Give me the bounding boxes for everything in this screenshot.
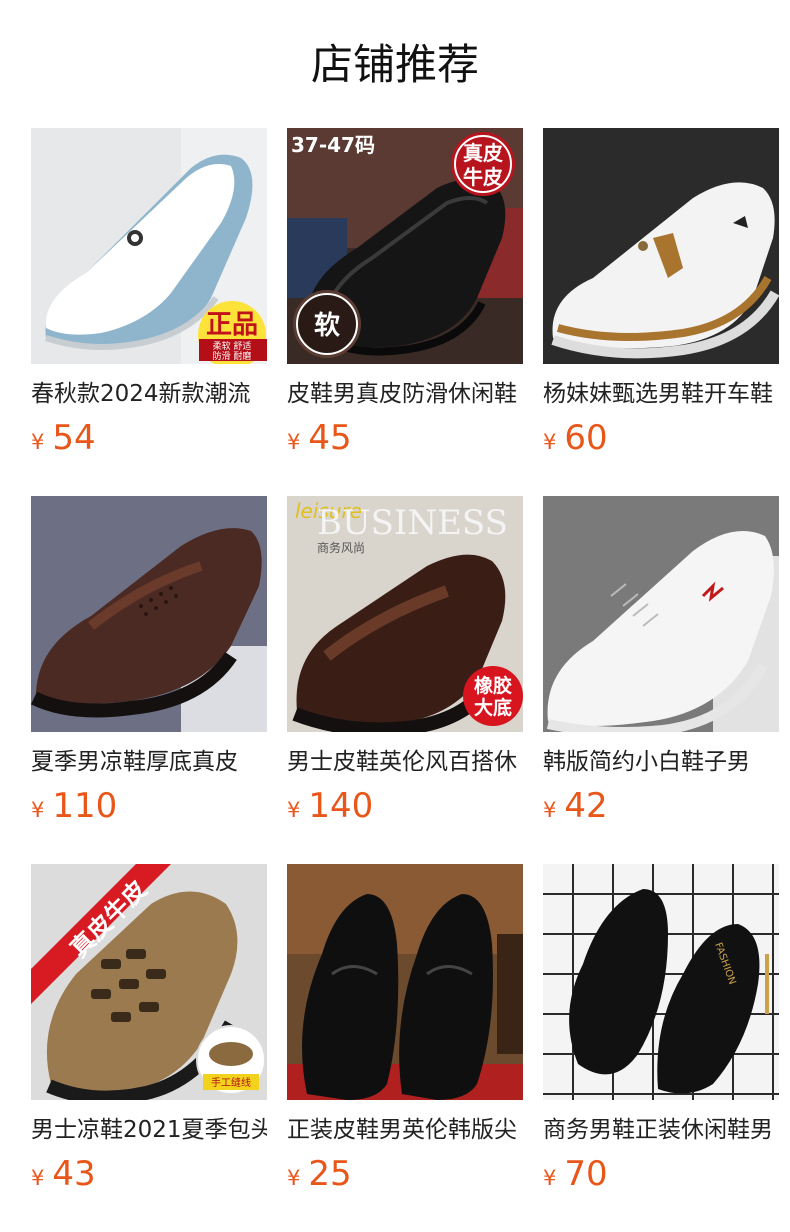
product-price: ¥60 [543, 418, 608, 458]
product-name[interactable]: 商务男鞋正装休闲鞋男 [543, 1114, 779, 1146]
currency-symbol: ¥ [543, 430, 557, 454]
product-image[interactable] [543, 496, 779, 732]
badge-text: 防滑 耐磨 [213, 350, 252, 362]
price-value: 43 [52, 1154, 96, 1194]
currency-symbol: ¥ [287, 798, 301, 822]
product-card[interactable]: 韩版简约小白鞋子男 ¥42 [543, 496, 779, 864]
price-value: 42 [564, 786, 608, 826]
badge-text: 真皮 [463, 141, 503, 165]
currency-symbol: ¥ [31, 798, 45, 822]
badge-text: 商务风尚 [317, 540, 365, 555]
currency-symbol: ¥ [543, 1166, 557, 1190]
product-card[interactable]: FASHION 商务男鞋正装休闲鞋男 ¥70 [543, 864, 779, 1232]
currency-symbol: ¥ [31, 1166, 45, 1190]
product-card[interactable]: leisure BUSINESS 商务风尚 橡胶 大底 男士皮鞋英伦风百搭休 ¥… [287, 496, 523, 864]
product-image[interactable] [31, 496, 267, 732]
price-value: 140 [308, 786, 374, 826]
product-card[interactable]: 杨妹妹甄选男鞋开车鞋 ¥60 [543, 128, 779, 496]
product-card[interactable]: 37-47码 真皮 牛皮 软 皮鞋男真皮防滑休闲鞋 ¥45 [287, 128, 523, 496]
product-price: ¥43 [31, 1154, 96, 1194]
product-card[interactable]: 正品 柔软 舒适 防滑 耐磨 春秋款2024新款潮流 ¥54 [31, 128, 267, 496]
product-price: ¥25 [287, 1154, 352, 1194]
product-image[interactable]: FASHION [543, 864, 779, 1100]
price-value: 25 [308, 1154, 352, 1194]
badge-text: 正品 [206, 310, 258, 340]
page-title: 店铺推荐 [310, 40, 479, 89]
product-card[interactable]: 夏季男凉鞋厚底真皮 ¥110 [31, 496, 267, 864]
currency-symbol: ¥ [543, 798, 557, 822]
badge-text: 37-47码 [291, 133, 375, 157]
price-value: 54 [52, 418, 96, 458]
product-card[interactable]: 真皮牛皮 手工缝线 男士凉鞋2021夏季包头 ¥43 [31, 864, 267, 1232]
product-name[interactable]: 正装皮鞋男英伦韩版尖 [287, 1114, 523, 1146]
product-name[interactable]: 皮鞋男真皮防滑休闲鞋 [287, 378, 523, 410]
product-price: ¥54 [31, 418, 96, 458]
badge-text: 软 [314, 311, 340, 341]
product-price: ¥45 [287, 418, 352, 458]
product-name[interactable]: 夏季男凉鞋厚底真皮 [31, 746, 267, 778]
product-grid: 正品 柔软 舒适 防滑 耐磨 春秋款2024新款潮流 ¥54 37-47码 真皮… [31, 128, 779, 1232]
badge-text: 橡胶 [474, 674, 512, 697]
price-value: 110 [52, 786, 118, 826]
currency-symbol: ¥ [31, 430, 45, 454]
product-price: ¥42 [543, 786, 608, 826]
badge-text: 手工缝线 [211, 1076, 251, 1089]
badge-text: 大底 [474, 696, 512, 719]
price-value: 70 [564, 1154, 608, 1194]
product-image[interactable] [287, 864, 523, 1100]
price-value: 60 [564, 418, 608, 458]
product-name[interactable]: 男士凉鞋2021夏季包头 [31, 1114, 267, 1146]
product-image[interactable]: 真皮牛皮 手工缝线 [31, 864, 267, 1100]
product-price: ¥110 [31, 786, 117, 826]
currency-symbol: ¥ [287, 430, 301, 454]
product-image[interactable]: 37-47码 真皮 牛皮 软 [287, 128, 523, 364]
badge-text: BUSINESS [317, 503, 508, 543]
product-name[interactable]: 春秋款2024新款潮流 [31, 378, 267, 410]
badge-text: 柔软 舒适 [213, 340, 252, 352]
product-price: ¥140 [287, 786, 373, 826]
badge-text: 牛皮 [463, 165, 503, 189]
product-price: ¥70 [543, 1154, 608, 1194]
product-name[interactable]: 杨妹妹甄选男鞋开车鞋 [543, 378, 779, 410]
product-card[interactable]: 正装皮鞋男英伦韩版尖 ¥25 [287, 864, 523, 1232]
product-name[interactable]: 韩版简约小白鞋子男 [543, 746, 779, 778]
product-name[interactable]: 男士皮鞋英伦风百搭休 [287, 746, 523, 778]
product-image[interactable]: leisure BUSINESS 商务风尚 橡胶 大底 [287, 496, 523, 732]
currency-symbol: ¥ [287, 1166, 301, 1190]
product-image[interactable] [543, 128, 779, 364]
product-image[interactable]: 正品 柔软 舒适 防滑 耐磨 [31, 128, 267, 364]
price-value: 45 [308, 418, 352, 458]
